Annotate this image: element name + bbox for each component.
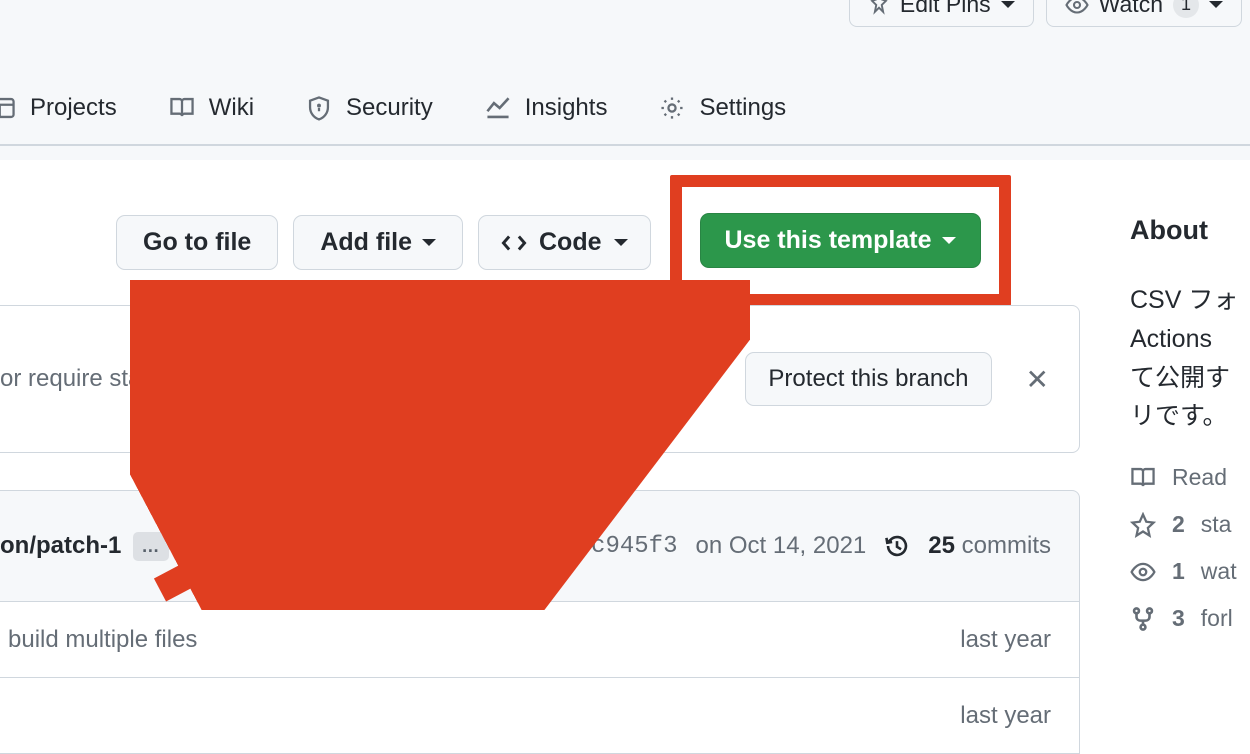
about-description: CSV フォ Actions ⁠ て公開す リです。 [1130, 281, 1250, 436]
watchers-link[interactable]: 1 wat [1130, 558, 1250, 585]
code-icon [501, 230, 527, 256]
repo-nav: Projects Wiki Security Insights Settings [0, 90, 1250, 146]
commit-when: last year [960, 702, 1051, 730]
eye-icon [1065, 0, 1089, 17]
shield-icon [306, 95, 332, 121]
tab-label: Insights [525, 94, 608, 122]
annotation-highlight: Use this template [670, 175, 1011, 306]
tab-projects[interactable]: Projects [0, 94, 117, 122]
commit-count-label: commits [962, 532, 1051, 559]
tab-settings[interactable]: Settings [659, 94, 786, 122]
caret-down-icon [422, 239, 436, 246]
table-icon [0, 95, 16, 121]
stars-link[interactable]: 2 sta [1130, 511, 1250, 538]
go-to-file-button[interactable]: Go to file [116, 215, 278, 270]
code-button[interactable]: Code [478, 215, 651, 270]
latest-commit-bar: on/patch-1 … cc945f3 on Oct 14, 2021 25 … [0, 490, 1080, 602]
repo-header-actions: Edit Pins Watch 1 [849, 0, 1250, 27]
forks-link[interactable]: 3 forl [1130, 605, 1250, 632]
caret-down-icon [942, 237, 956, 244]
commit-count-number: 25 [928, 532, 955, 559]
tab-insights[interactable]: Insights [485, 94, 608, 122]
watch-button[interactable]: Watch 1 [1046, 0, 1242, 27]
book-icon [1130, 465, 1156, 491]
edit-pins-button[interactable]: Edit Pins [849, 0, 1034, 27]
commit-sha[interactable]: cc945f3 [577, 533, 678, 560]
button-label: Go to file [143, 228, 251, 257]
history-icon [884, 533, 910, 559]
stars-count: 2 [1172, 511, 1185, 538]
fork-icon [1130, 606, 1156, 632]
close-icon[interactable]: ✕ [1016, 357, 1059, 402]
caret-down-icon [1209, 1, 1223, 8]
repo-actions-row: Go to file Add file Code Use this templa… [116, 215, 1250, 306]
edit-pins-label: Edit Pins [900, 0, 991, 18]
star-icon [1130, 512, 1156, 538]
about-links: Read 2 sta 1 wat 3 forl [1130, 464, 1250, 632]
watch-count: 1 [1173, 0, 1199, 18]
pin-icon [868, 0, 890, 16]
button-label: Code [539, 228, 602, 257]
notice-text: or require status checks before merging.… [0, 365, 559, 393]
learn-more-link[interactable]: Learn more [436, 365, 559, 392]
button-label: Protect this branch [768, 365, 968, 393]
commit-message: build multiple files [8, 626, 197, 654]
about-sidebar: About CSV フォ Actions ⁠ て公開す リです。 Read 2 … [1130, 215, 1250, 632]
tab-label: Security [346, 94, 433, 122]
button-label: Add file [320, 228, 412, 257]
caret-down-icon [1001, 1, 1015, 8]
commit-when: last year [960, 626, 1051, 654]
watchers-count: 1 [1172, 558, 1185, 585]
watchers-label: wat [1201, 558, 1237, 585]
stars-label: sta [1201, 511, 1232, 538]
tab-label: Projects [30, 94, 117, 122]
tab-security[interactable]: Security [306, 94, 433, 122]
protect-branch-button[interactable]: Protect this branch [745, 352, 991, 406]
watch-label: Watch [1099, 0, 1163, 18]
use-template-button[interactable]: Use this template [700, 213, 981, 268]
check-icon [533, 533, 559, 559]
add-file-button[interactable]: Add file [293, 215, 463, 270]
file-list: build multiple files last year last year [0, 602, 1080, 754]
readme-label: Read [1172, 464, 1227, 491]
book-icon [169, 95, 195, 121]
branch-name[interactable]: on/patch-1 [0, 532, 121, 560]
graph-icon [485, 95, 511, 121]
forks-count: 3 [1172, 605, 1185, 632]
table-row[interactable]: build multiple files last year [0, 602, 1080, 678]
branch-protection-notice: or require status checks before merging.… [0, 305, 1080, 453]
caret-down-icon [614, 239, 628, 246]
table-row[interactable]: last year [0, 678, 1080, 754]
forks-label: forl [1201, 605, 1233, 632]
gear-icon [659, 95, 685, 121]
eye-icon [1130, 559, 1156, 585]
about-heading: About [1130, 215, 1250, 246]
kebab-menu[interactable]: … [133, 532, 169, 561]
button-label: Use this template [725, 226, 932, 255]
tab-label: Wiki [209, 94, 254, 122]
tab-wiki[interactable]: Wiki [169, 94, 254, 122]
tab-label: Settings [699, 94, 786, 122]
commit-date: on Oct 14, 2021 [695, 532, 866, 560]
readme-link[interactable]: Read [1130, 464, 1250, 491]
